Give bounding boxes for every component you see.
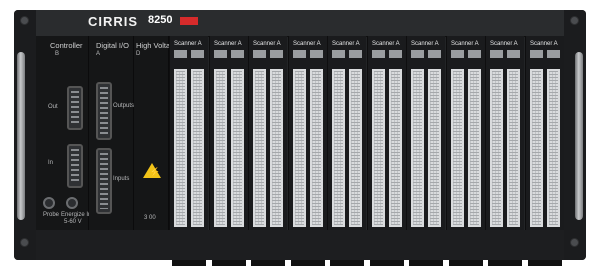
- scanner-header: [428, 50, 441, 58]
- scanner-connector-right[interactable]: [389, 69, 402, 227]
- scanner-label: Scanner A: [293, 41, 321, 47]
- high-voltage-module: [134, 36, 169, 230]
- scanner-label: Scanner A: [174, 41, 202, 47]
- digital-io-title: Digital I/O: [96, 41, 129, 50]
- scanner-connector-left[interactable]: [490, 69, 503, 227]
- scanner-header: [270, 50, 283, 58]
- scanner-connector-left[interactable]: [530, 69, 543, 227]
- digital-io-slot: A: [96, 51, 101, 57]
- inputs-port[interactable]: [96, 148, 112, 214]
- scanner-connector-left[interactable]: [174, 69, 187, 227]
- scanner-card: Scanner A: [525, 36, 564, 266]
- scanner-header: [332, 50, 345, 58]
- scanner-header: [490, 50, 503, 58]
- scanner-header: [372, 50, 385, 58]
- scanner-header: [468, 50, 481, 58]
- scanner-card: Scanner A: [367, 36, 406, 266]
- scanner-header: [389, 50, 402, 58]
- energize-jack[interactable]: [66, 197, 78, 209]
- model-badge: [180, 17, 198, 25]
- scanner-card: Scanner A: [209, 36, 248, 266]
- high-voltage-footer: 3 00: [144, 215, 156, 221]
- inputs-label: Inputs: [113, 176, 130, 182]
- scanner-label: Scanner A: [372, 41, 400, 47]
- scanner-header: [214, 50, 227, 58]
- bottom-bar: [36, 230, 564, 260]
- scanner-header: [530, 50, 543, 58]
- outputs-label: Outputs: [113, 103, 135, 109]
- scanner-connector-left[interactable]: [214, 69, 227, 227]
- scanner-header: [174, 50, 187, 58]
- scanner-connector-left[interactable]: [372, 69, 385, 227]
- controller-out-port[interactable]: [67, 86, 83, 130]
- controller-title: Controller: [50, 41, 83, 50]
- brand-logo: CIRRIS: [88, 14, 139, 29]
- scanner-connector-right[interactable]: [428, 69, 441, 227]
- screw-icon: [20, 238, 29, 247]
- scanner-connector-right[interactable]: [270, 69, 283, 227]
- scanner-card: Scanner A: [406, 36, 445, 266]
- lightning-icon: ⚡: [149, 167, 161, 177]
- right-handle-icon[interactable]: [575, 52, 583, 220]
- scanner-header: [191, 50, 204, 58]
- scanner-header: [547, 50, 560, 58]
- scanner-header: [293, 50, 306, 58]
- outputs-port[interactable]: [96, 82, 112, 140]
- screw-icon: [20, 16, 29, 25]
- probe-label: Probe: [43, 212, 60, 218]
- scanner-connector-right[interactable]: [191, 69, 204, 227]
- controller-slot: B: [55, 51, 60, 57]
- scanner-card: Scanner A: [288, 36, 327, 266]
- scanner-connector-right[interactable]: [310, 69, 323, 227]
- scanner-card: Scanner A: [446, 36, 485, 266]
- left-handle-icon[interactable]: [17, 52, 25, 220]
- scanner-connector-left[interactable]: [411, 69, 424, 227]
- energize-label: Energize In: [61, 212, 92, 218]
- scanner-header: [507, 50, 520, 58]
- controller-in-port[interactable]: [67, 144, 83, 188]
- scanner-header: [349, 50, 362, 58]
- scanner-connector-right[interactable]: [507, 69, 520, 227]
- scanner-header: [451, 50, 464, 58]
- energize-sublabel: 5-60 V: [64, 219, 82, 225]
- screw-icon: [570, 238, 579, 247]
- scanner-header: [231, 50, 244, 58]
- scanner-label: Scanner A: [253, 41, 281, 47]
- screw-icon: [570, 16, 579, 25]
- controller-in-label: In: [48, 160, 54, 166]
- scanner-card: Scanner A: [248, 36, 287, 266]
- probe-jack[interactable]: [43, 197, 55, 209]
- scanner-label: Scanner A: [451, 41, 479, 47]
- model-number: 8250: [148, 14, 173, 26]
- scanner-connector-right[interactable]: [468, 69, 481, 227]
- controller-out-label: Out: [48, 104, 58, 110]
- scanner-connector-left[interactable]: [451, 69, 464, 227]
- scanner-card: Scanner A: [169, 36, 208, 266]
- scanner-label: Scanner A: [214, 41, 242, 47]
- scanner-label: Scanner A: [530, 41, 558, 47]
- scanner-label: Scanner A: [411, 41, 439, 47]
- scanner-header: [310, 50, 323, 58]
- scanner-card: Scanner A: [485, 36, 524, 266]
- scanner-header: [253, 50, 266, 58]
- scanner-card: Scanner A: [327, 36, 366, 266]
- scanner-header: [411, 50, 424, 58]
- scanner-connector-right[interactable]: [349, 69, 362, 227]
- scanner-connector-right[interactable]: [231, 69, 244, 227]
- scanner-connector-right[interactable]: [547, 69, 560, 227]
- scanner-label: Scanner A: [490, 41, 518, 47]
- high-voltage-slot: D: [136, 51, 141, 57]
- scanner-connector-left[interactable]: [293, 69, 306, 227]
- scanner-label: Scanner A: [332, 41, 360, 47]
- scanner-connector-left[interactable]: [253, 69, 266, 227]
- scanner-connector-left[interactable]: [332, 69, 345, 227]
